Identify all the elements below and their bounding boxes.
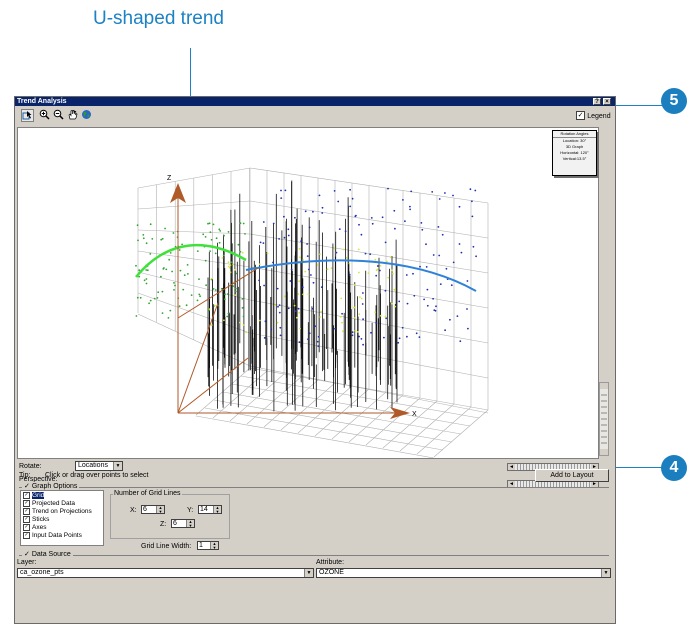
option-axes-checkbox[interactable]: ✓ [23,524,30,531]
attribute-label: Attribute: [316,559,345,566]
option-axes-label: Axes [32,524,47,532]
option-trend-checkbox[interactable]: ✓ [23,508,30,515]
x-axis-label: X [412,411,417,418]
callout-5-badge: 5 [661,88,687,114]
z-grid-label: Z: [160,521,167,528]
grid-line-width-spinner[interactable]: 1 ▲ ▼ [197,541,219,550]
chevron-down-icon[interactable]: ▼ [304,569,313,577]
rotation-title: Rotation Angles [553,131,596,138]
data-source-divider [19,555,609,556]
y-grid-value: 14 [200,506,208,513]
graph-options-check-icon: ✓ [24,483,30,490]
zoom-out-icon[interactable] [52,109,65,122]
option-trend-label: Trend on Projections [32,508,92,516]
grid-line-width-label: Grid Line Width: [141,543,192,550]
attribute-select-value: OZONE [319,569,344,576]
option-grid[interactable]: ✓ Grid [23,492,45,500]
close-button[interactable]: × [603,98,611,105]
x-grid-spinner[interactable]: 6 ▲ ▼ [141,505,165,514]
option-trend-on-projections[interactable]: ✓ Trend on Projections [23,508,92,515]
attribute-select[interactable]: OZONE ▼ [316,568,611,578]
graph-options-list[interactable]: ✓ Grid ✓ Projected Data ✓ Trend on Projecti… [20,490,104,546]
legend-label: Legend [587,113,611,120]
pan-hand-icon[interactable] [66,109,79,122]
option-grid-checkbox[interactable]: ✓ [23,492,30,499]
y-grid-label: Y: [187,507,194,514]
select-icon[interactable] [21,109,34,122]
vertical-rotation-slider[interactable] [599,382,609,456]
tip-text: Click or drag over points to select [45,472,149,479]
layer-select-value: ca_ozone_pts [20,569,64,576]
x-grid-value: 6 [143,506,147,513]
spinner-arrows-icon[interactable]: ▲ ▼ [213,506,221,513]
add-to-layout-button[interactable]: Add to Layout [535,469,609,482]
option-sticks-checkbox[interactable]: ✓ [23,516,30,523]
option-projected-label: Projected Data [32,500,75,508]
option-input-checkbox[interactable]: ✓ [23,532,30,539]
option-input-data-points[interactable]: ✓ Input Data Points [23,532,82,539]
zoom-in-icon[interactable] [38,109,51,122]
toolbar: ✓ Legend [15,107,615,125]
slider-left-icon[interactable]: ◄ [508,464,515,470]
z-grid-spinner[interactable]: 6 ▲ ▼ [171,519,195,528]
callout-5-line [614,105,662,106]
rotation-angles-legend: Rotation Angles Location: 30° 3D Graph H… [552,130,597,176]
rotate-select-value: Locations [78,462,108,469]
spinner-arrows-icon[interactable]: ▲ ▼ [210,542,218,549]
y-grid-spinner[interactable]: 14 ▲ ▼ [198,505,222,514]
chevron-down-icon[interactable]: ▼ [113,462,122,470]
option-projected-data[interactable]: ✓ Projected Data [23,500,75,507]
vertical-slider-ticks [600,383,608,455]
help-button[interactable]: ? [593,98,601,105]
layer-select[interactable]: ca_ozone_pts ▼ [17,568,314,578]
rotation-vertical: Vertical:13.5° [562,156,587,161]
window-title: Trend Analysis [17,98,67,105]
graph-options-text: Graph Options [31,483,78,490]
x-grid-label: X: [130,507,137,514]
data-source-check-icon: ✓ [24,551,30,558]
axes [170,183,410,419]
window-titlebar: Trend Analysis ? × [15,97,615,106]
spinner-arrows-icon[interactable]: ▲ ▼ [156,506,164,513]
tip-label: Tip: [19,472,31,479]
grid-lines-group [110,494,230,539]
z-axis-label: Z [167,175,172,182]
globe-icon[interactable] [80,109,93,122]
graph-options-label[interactable]: ✓ Graph Options [22,482,80,490]
spinner-arrows-icon[interactable]: ▲ ▼ [186,520,194,527]
data-sticks [207,180,398,412]
callout-4-badge: 4 [661,455,687,481]
layer-label: Layer: [17,559,37,566]
callout-title: U-shaped trend [93,8,224,29]
data-points [135,187,477,348]
chevron-down-icon[interactable]: ▼ [601,569,610,577]
option-projected-checkbox[interactable]: ✓ [23,500,30,507]
option-grid-label: Grid [32,492,45,500]
grid-line-width-value: 1 [199,542,203,549]
green-trend-curve [135,243,247,278]
data-source-label[interactable]: ✓ Data Source [22,550,73,558]
legend-checkbox[interactable]: ✓ Legend [576,111,611,121]
rotate-select[interactable]: Locations ▼ [75,461,123,471]
rotate-label: Rotate: [19,463,42,470]
graph-options-divider [19,487,609,488]
z-grid-value: 6 [173,520,177,527]
option-sticks[interactable]: ✓ Sticks [23,516,49,523]
option-sticks-label: Sticks [32,516,50,524]
option-input-label: Input Data Points [32,532,82,540]
trend-graph-canvas[interactable]: Z X Rotation Angles Location: 30° 3D Gra… [17,127,599,459]
trend-analysis-window: Trend Analysis ? × ✓ Legend Z X Rotation… [14,96,616,624]
trend-3d-plot: Z X [135,167,489,459]
option-axes[interactable]: ✓ Axes [23,524,46,531]
data-source-text: Data Source [31,551,71,558]
legend-checkbox-box[interactable]: ✓ [576,111,585,121]
grid-lines-title: Number of Grid Lines [113,490,182,497]
